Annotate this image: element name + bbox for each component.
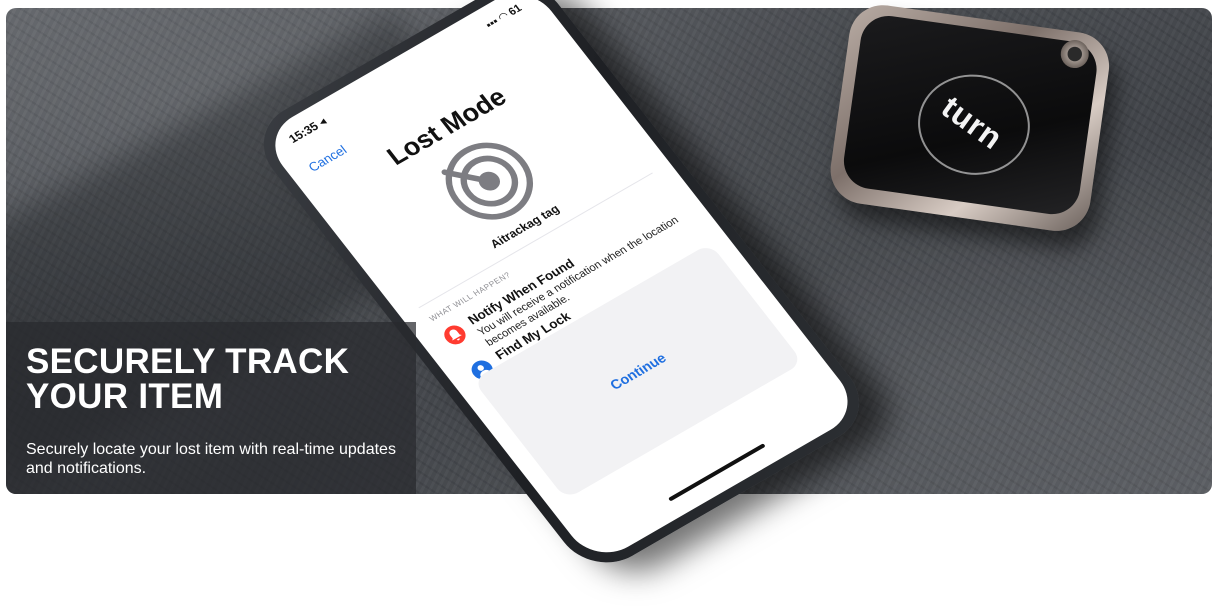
bell-icon <box>440 321 470 348</box>
tag-body: turn <box>826 0 1114 236</box>
hero-subhead: Securely locate your lost item with real… <box>26 441 396 477</box>
status-icons: ▪▪▪ ◠ 61 <box>483 2 525 32</box>
status-time: 15:35 ◂ <box>285 114 330 146</box>
hero-headline: SECURELY TRACK YOUR ITEM <box>26 342 350 416</box>
tracker-tag: turn <box>825 0 1114 247</box>
